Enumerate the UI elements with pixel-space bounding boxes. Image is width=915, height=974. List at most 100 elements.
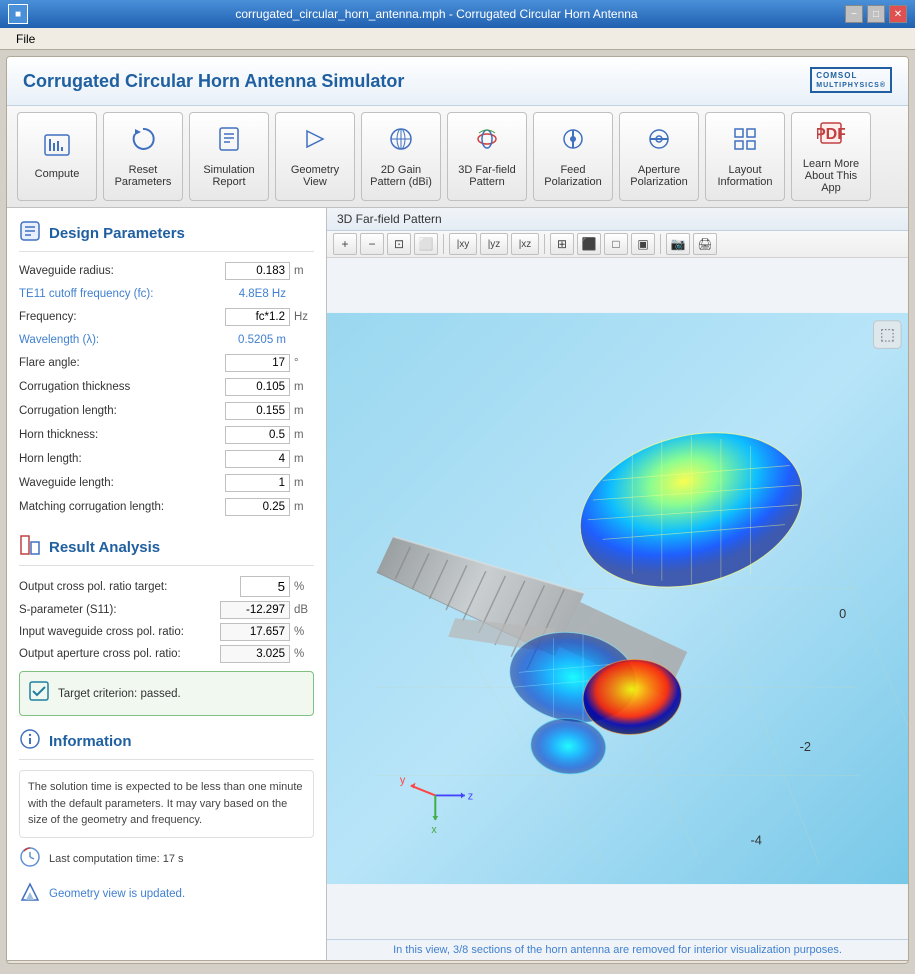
title-bar-title: corrugated_circular_horn_antenna.mph - C… bbox=[28, 7, 845, 21]
param-unit-horn-thickness: m bbox=[294, 429, 314, 441]
print-button[interactable]: 🖨 bbox=[693, 233, 717, 255]
last-compute-text: Last computation time: 17 s bbox=[49, 851, 184, 868]
param-row-waveguide-radius: Waveguide radius: m bbox=[19, 262, 314, 280]
zoom-in-button[interactable]: + bbox=[333, 233, 357, 255]
param-row-te11: TE11 cutoff frequency (fc): 4.8E8 Hz bbox=[19, 286, 314, 302]
2d-gain-icon bbox=[387, 125, 415, 160]
result-value-output-aperture: 3.025 bbox=[220, 645, 290, 663]
information-icon bbox=[19, 728, 41, 755]
information-title: Information bbox=[49, 733, 132, 750]
param-label-wavelength[interactable]: Wavelength (λ): bbox=[19, 334, 220, 346]
geometry-view-button[interactable]: Geometry View bbox=[275, 112, 355, 201]
result-analysis-header: Result Analysis bbox=[19, 534, 314, 566]
view-yz-button[interactable]: |yz bbox=[480, 233, 508, 255]
title-bar-controls: − □ ✕ bbox=[845, 5, 907, 23]
svg-text:0: 0 bbox=[839, 606, 846, 621]
param-input-horn-length[interactable] bbox=[225, 450, 290, 468]
param-unit-waveguide-length: m bbox=[294, 477, 314, 489]
param-input-corrugation-thickness[interactable] bbox=[225, 378, 290, 396]
surface-button[interactable]: □ bbox=[604, 233, 628, 255]
param-value-wavelength: 0.5205 m bbox=[220, 332, 290, 348]
param-input-flare-angle[interactable] bbox=[225, 354, 290, 372]
result-row-output-cross-pol: Output cross pol. ratio target: % bbox=[19, 576, 314, 597]
toolbar-separator-3 bbox=[660, 234, 661, 254]
param-unit-horn-length: m bbox=[294, 453, 314, 465]
aperture-polarization-button[interactable]: Aperture Polarization bbox=[619, 112, 699, 201]
design-params-title: Design Parameters bbox=[49, 225, 185, 242]
result-unit-s-param: dB bbox=[294, 604, 314, 616]
param-unit-flare-angle: ° bbox=[294, 357, 314, 369]
result-unit-input-waveguide: % bbox=[294, 626, 314, 638]
param-row-flare-angle: Flare angle: ° bbox=[19, 354, 314, 372]
view-toolbar: + − ⊡ ⬜ |xy |yz |xz ⊞ ⬛ □ ▣ 📷 🖨 bbox=[327, 231, 908, 258]
view-footer-text: In this view, 3/8 sections of the horn a… bbox=[393, 944, 842, 956]
close-button[interactable]: ✕ bbox=[889, 5, 907, 23]
compute-icon bbox=[43, 133, 71, 164]
comsol-logo: COMSOL MULTIPHYSICS® bbox=[810, 67, 892, 95]
simulation-report-icon bbox=[215, 125, 243, 160]
param-label-frequency: Frequency: bbox=[19, 311, 225, 323]
geometry-update-row: Geometry view is updated. bbox=[19, 881, 314, 908]
simulation-report-button[interactable]: Simulation Report bbox=[189, 112, 269, 201]
result-label-output-aperture: Output aperture cross pol. ratio: bbox=[19, 648, 220, 660]
svg-text:-2: -2 bbox=[800, 739, 811, 754]
svg-text:y: y bbox=[400, 775, 406, 787]
param-input-corrugation-length[interactable] bbox=[225, 402, 290, 420]
2d-gain-pattern-button[interactable]: 2D Gain Pattern (dBi) bbox=[361, 112, 441, 201]
grid-button[interactable]: ⊞ bbox=[550, 233, 574, 255]
maximize-button[interactable]: □ bbox=[867, 5, 885, 23]
compute-button[interactable]: Compute bbox=[17, 112, 97, 201]
param-input-waveguide-radius[interactable] bbox=[225, 262, 290, 280]
zoom-out-button[interactable]: − bbox=[360, 233, 384, 255]
param-input-waveguide-length[interactable] bbox=[225, 474, 290, 492]
information-box: The solution time is expected to be less… bbox=[19, 770, 314, 838]
title-bar: ■ corrugated_circular_horn_antenna.mph -… bbox=[0, 0, 915, 28]
wireframe-button[interactable]: ⬛ bbox=[577, 233, 601, 255]
aperture-polarization-icon bbox=[645, 125, 673, 160]
param-input-horn-thickness[interactable] bbox=[225, 426, 290, 444]
layout-information-button[interactable]: Layout Information bbox=[705, 112, 785, 201]
param-label-corrugation-length: Corrugation length: bbox=[19, 405, 225, 417]
compute-label: Compute bbox=[35, 168, 80, 180]
view-xz-button[interactable]: |xz bbox=[511, 233, 539, 255]
zoom-extents-button[interactable]: ⊡ bbox=[387, 233, 411, 255]
result-unit-output-cross-pol: % bbox=[294, 581, 314, 593]
param-unit-waveguide-radius: m bbox=[294, 265, 314, 277]
param-label-flare-angle: Flare angle: bbox=[19, 357, 225, 369]
3d-farfield-pattern-button[interactable]: 3D Far-field Pattern bbox=[447, 112, 527, 201]
param-label-corrugation-thickness: Corrugation thickness bbox=[19, 381, 225, 393]
svg-text:-4: -4 bbox=[750, 833, 761, 848]
app-header: Corrugated Circular Horn Antenna Simulat… bbox=[7, 57, 908, 106]
result-input-output-cross-pol[interactable] bbox=[240, 576, 290, 597]
view-xy-button[interactable]: |xy bbox=[449, 233, 477, 255]
reset-parameters-button[interactable]: Reset Parameters bbox=[103, 112, 183, 201]
right-panel: 3D Far-field Pattern + − ⊡ ⬜ |xy |yz |xz… bbox=[327, 208, 908, 960]
screenshot-button[interactable]: 📷 bbox=[666, 233, 690, 255]
param-label-te11[interactable]: TE11 cutoff frequency (fc): bbox=[19, 288, 220, 300]
param-label-horn-length: Horn length: bbox=[19, 453, 225, 465]
param-input-frequency[interactable] bbox=[225, 308, 290, 326]
result-label-input-waveguide: Input waveguide cross pol. ratio: bbox=[19, 626, 220, 638]
svg-text:z: z bbox=[468, 790, 473, 802]
param-input-matching-corrugation[interactable] bbox=[225, 498, 290, 516]
view-footer: In this view, 3/8 sections of the horn a… bbox=[327, 939, 908, 960]
left-panel: Design Parameters Waveguide radius: m TE… bbox=[7, 208, 327, 960]
result-label-s-param: S-parameter (S11): bbox=[19, 604, 220, 616]
param-row-corrugation-thickness: Corrugation thickness m bbox=[19, 378, 314, 396]
view-header: 3D Far-field Pattern bbox=[327, 208, 908, 231]
feed-polarization-button[interactable]: Feed Polarization bbox=[533, 112, 613, 201]
file-menu[interactable]: File bbox=[8, 30, 43, 48]
learn-more-button[interactable]: PDF Learn More About This App bbox=[791, 112, 871, 201]
param-unit-corrugation-length: m bbox=[294, 405, 314, 417]
learn-more-icon: PDF bbox=[817, 119, 845, 154]
app-container: Corrugated Circular Horn Antenna Simulat… bbox=[6, 56, 909, 964]
view-canvas[interactable]: 0 -2 -4 bbox=[327, 258, 908, 939]
result-row-input-waveguide: Input waveguide cross pol. ratio: 17.657… bbox=[19, 623, 314, 641]
geometry-view-label: Geometry View bbox=[280, 164, 350, 188]
minimize-button[interactable]: − bbox=[845, 5, 863, 23]
geometry-update-link[interactable]: Geometry view is updated. bbox=[49, 888, 185, 900]
edges-button[interactable]: ▣ bbox=[631, 233, 655, 255]
target-text: Target criterion: passed. bbox=[58, 688, 181, 700]
zoom-selection-button[interactable]: ⬜ bbox=[414, 233, 438, 255]
feed-polarization-label: Feed Polarization bbox=[538, 164, 608, 188]
